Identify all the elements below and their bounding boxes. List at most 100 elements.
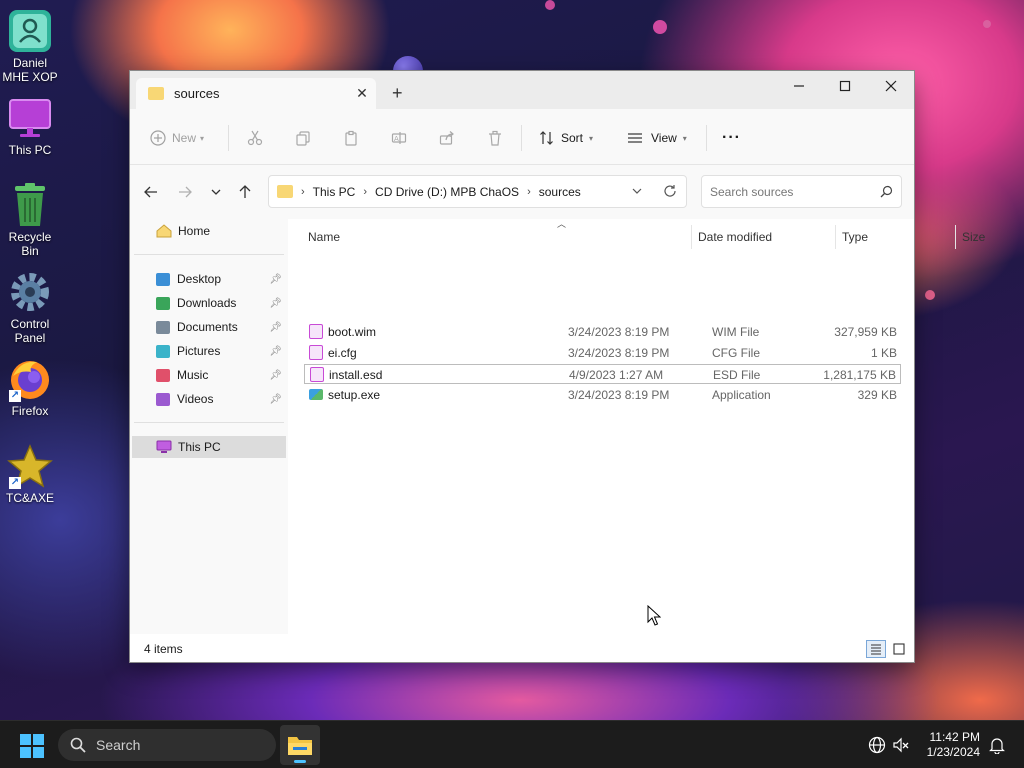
address-dropdown-icon[interactable] <box>631 185 643 200</box>
tab-sources[interactable]: sources ✕ <box>136 78 376 109</box>
scissors-icon <box>247 130 263 146</box>
pin-icon[interactable]: 📌︎ <box>269 346 282 357</box>
notification-bell-icon[interactable] <box>987 735 1007 755</box>
wallpaper-bubble <box>545 0 555 10</box>
breadcrumb-sources[interactable]: sources <box>539 185 581 199</box>
desktop-icon-user-folder[interactable]: Daniel MHE XOP <box>0 8 60 84</box>
delete-button[interactable] <box>487 127 503 149</box>
share-button[interactable] <box>439 127 455 149</box>
forward-button[interactable] <box>175 183 195 201</box>
sort-button[interactable]: Sort ▾ <box>539 127 593 149</box>
taskbar: Search 11:42 PM 1/23/2024 <box>0 720 1024 768</box>
command-bar: New ▾ A Sort ▾ View ▾ ··· <box>130 109 914 165</box>
wallpaper-bubble <box>983 20 991 28</box>
breadcrumb-cd-drive[interactable]: CD Drive (D:) MPB ChaOS <box>375 185 519 199</box>
tab-close-icon[interactable]: ✕ <box>348 85 376 102</box>
file-name: boot.wim <box>328 325 377 339</box>
nav-item-documents[interactable]: Documents 📌︎ <box>132 316 286 338</box>
recycle-bin-icon <box>7 182 53 228</box>
close-button[interactable] <box>868 71 914 101</box>
column-header-name[interactable]: Name <box>308 225 340 249</box>
file-icon <box>309 324 323 339</box>
desktop-icon-tc-axe[interactable]: ↗ TC&AXE <box>0 443 60 505</box>
network-globe-icon[interactable] <box>867 735 887 755</box>
file-explorer-icon <box>288 737 312 755</box>
copy-icon <box>296 131 310 146</box>
file-icon <box>309 345 323 360</box>
monitor-icon <box>7 95 53 141</box>
file-date: 4/9/2023 1:27 AM <box>569 368 664 382</box>
nav-item-desktop[interactable]: Desktop 📌︎ <box>132 268 286 290</box>
downloads-folder-icon <box>156 296 170 310</box>
nav-item-downloads[interactable]: Downloads 📌︎ <box>132 292 286 314</box>
trash-icon <box>489 130 501 146</box>
minimize-button[interactable] <box>776 71 822 101</box>
desktop-icon-recycle-bin[interactable]: Recycle Bin <box>0 182 60 258</box>
copy-button[interactable] <box>295 127 311 149</box>
nav-item-music[interactable]: Music 📌︎ <box>132 364 286 386</box>
new-tab-button[interactable]: + <box>392 83 403 104</box>
svg-text:A: A <box>394 135 399 143</box>
file-row[interactable]: install.esd 4/9/2023 1:27 AM ESD File 1,… <box>304 364 901 384</box>
status-bar: 4 items <box>130 634 914 662</box>
nav-item-videos[interactable]: Videos 📌︎ <box>132 388 286 410</box>
cut-button[interactable] <box>247 127 263 149</box>
desktop-icon-control-panel[interactable]: Control Panel <box>0 269 60 345</box>
address-bar[interactable]: › This PC › CD Drive (D:) MPB ChaOS › so… <box>268 175 687 208</box>
file-type: CFG File <box>712 346 760 360</box>
taskbar-search[interactable]: Search <box>58 729 276 761</box>
column-header-type[interactable]: Type <box>842 225 868 249</box>
rename-button[interactable]: A <box>391 127 407 149</box>
wallpaper-bubble <box>925 290 935 300</box>
gear-icon <box>7 269 53 315</box>
search-box[interactable]: Search sources <box>701 175 902 208</box>
nav-item-this-pc[interactable]: This PC <box>132 436 286 458</box>
pin-icon[interactable]: 📌︎ <box>269 322 282 333</box>
column-divider[interactable] <box>691 225 692 249</box>
tab-title: sources <box>174 86 220 101</box>
nav-item-home[interactable]: Home <box>132 220 286 242</box>
refresh-icon[interactable] <box>663 184 677 201</box>
more-options-button[interactable]: ··· <box>722 127 741 149</box>
view-button[interactable]: View ▾ <box>627 127 687 149</box>
volume-muted-icon[interactable] <box>891 735 911 755</box>
details-view-icon <box>871 644 881 655</box>
pin-icon[interactable]: 📌︎ <box>269 370 282 381</box>
recent-locations-button[interactable] <box>206 183 226 201</box>
file-row[interactable]: ei.cfg 3/24/2023 8:19 PM CFG File 1 KB <box>304 343 901 363</box>
column-divider[interactable] <box>955 225 956 249</box>
column-divider[interactable] <box>835 225 836 249</box>
pin-icon[interactable]: 📌︎ <box>269 298 282 309</box>
chevron-right-icon: › <box>527 185 531 198</box>
file-size: 1,281,175 KB <box>823 368 896 382</box>
desktop-icon-this-pc[interactable]: This PC <box>0 95 60 157</box>
file-row[interactable]: boot.wim 3/24/2023 8:19 PM WIM File 327,… <box>304 322 901 342</box>
column-header-date[interactable]: Date modified <box>698 225 772 249</box>
new-button[interactable]: New ▾ <box>150 127 204 149</box>
nav-item-pictures[interactable]: Pictures 📌︎ <box>132 340 286 362</box>
up-button[interactable] <box>235 183 255 201</box>
windows-logo-icon <box>20 747 31 758</box>
maximize-button[interactable] <box>822 71 868 101</box>
taskbar-file-explorer[interactable] <box>280 725 320 765</box>
start-button[interactable] <box>20 734 44 758</box>
tiles-view-button[interactable] <box>889 640 909 658</box>
paste-button[interactable] <box>343 127 359 149</box>
system-clock[interactable]: 11:42 PM 1/23/2024 <box>927 730 980 760</box>
search-input[interactable]: Search sources <box>710 185 793 199</box>
desktop-icon-label: Recycle Bin <box>8 230 52 258</box>
pin-icon[interactable]: 📌︎ <box>269 394 282 405</box>
column-header-size[interactable]: Size <box>962 225 985 249</box>
desktop-icon-firefox[interactable]: ↗ Firefox <box>0 356 60 418</box>
pin-icon[interactable]: 📌︎ <box>269 274 282 285</box>
breadcrumb-this-pc[interactable]: This PC <box>313 185 356 199</box>
videos-folder-icon <box>156 392 170 406</box>
column-label: Date modified <box>698 230 773 244</box>
user-folder-icon <box>7 8 53 54</box>
music-folder-icon <box>156 368 170 382</box>
sort-label: Sort <box>561 131 584 145</box>
back-button[interactable] <box>141 183 161 201</box>
star-icon: ↗ <box>7 443 53 489</box>
file-row[interactable]: setup.exe 3/24/2023 8:19 PM Application … <box>304 385 901 405</box>
details-view-button[interactable] <box>866 640 886 658</box>
